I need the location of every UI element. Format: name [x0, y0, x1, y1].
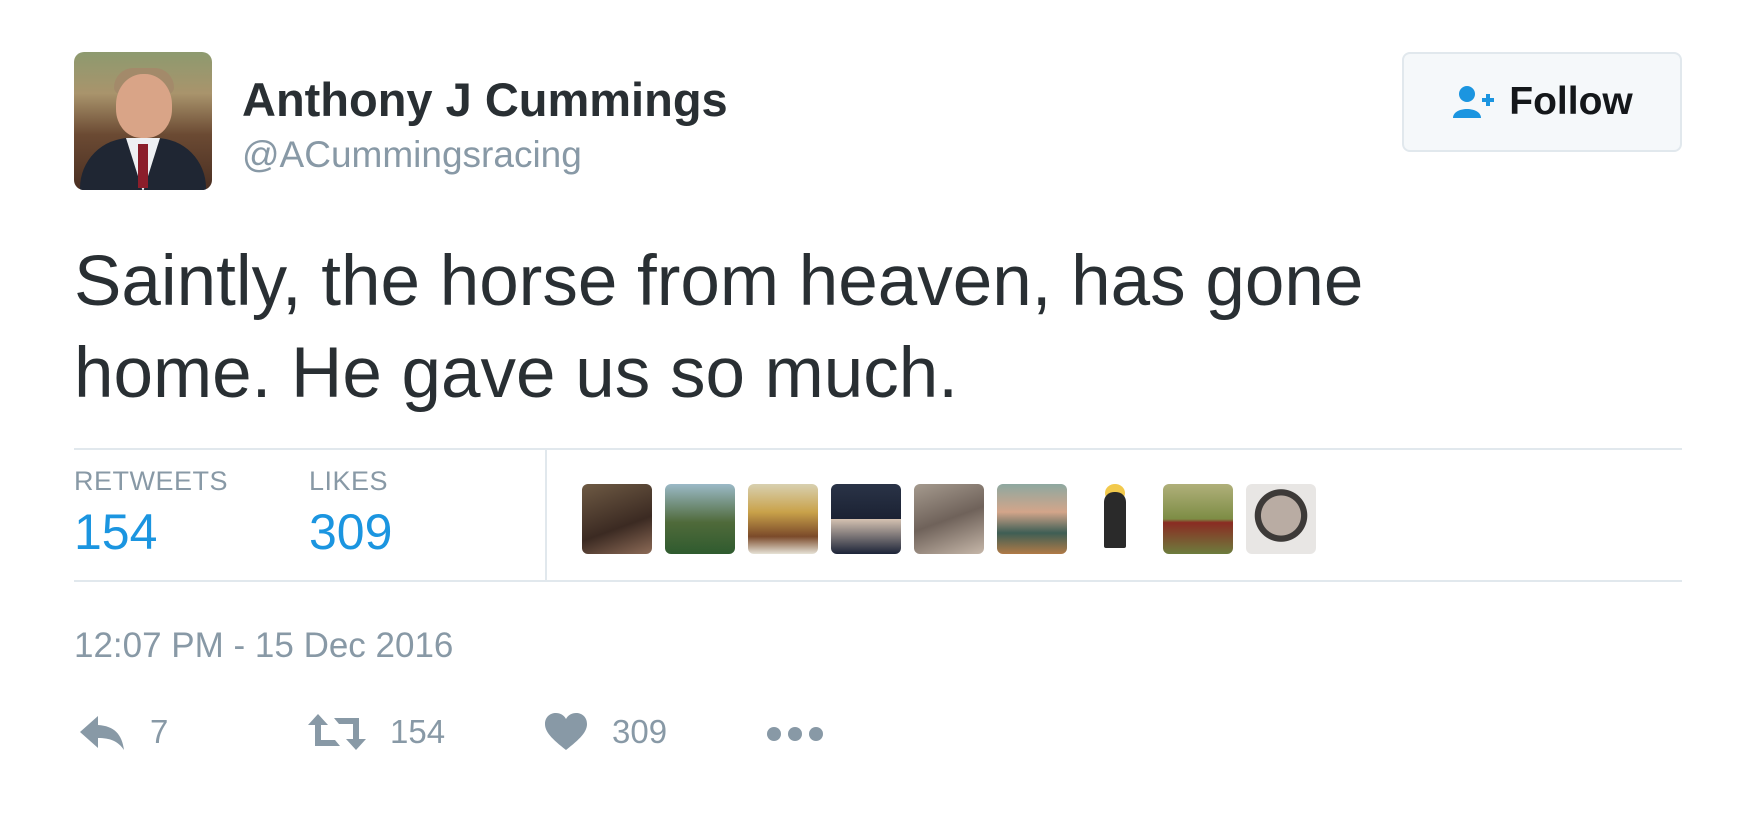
likes-label: LIKES: [309, 466, 389, 496]
tweet-text-line: Saintly, the horse from heaven, has gone: [74, 242, 1364, 321]
liker-avatar[interactable]: [582, 484, 652, 554]
liker-avatar[interactable]: [665, 484, 735, 554]
author-avatar[interactable]: [74, 52, 212, 190]
tweet-text: Saintly, the horse from heaven, has gone…: [74, 236, 1634, 420]
like-count: 309: [612, 713, 668, 750]
heart-icon: [545, 713, 587, 750]
like-button[interactable]: 309: [544, 712, 667, 752]
reply-button[interactable]: 7: [78, 712, 168, 752]
avatar-face: [116, 74, 172, 138]
liker-avatar[interactable]: [997, 484, 1067, 554]
retweet-count: 154: [390, 713, 446, 750]
liker-avatar[interactable]: [748, 484, 818, 554]
liker-avatar[interactable]: [1080, 484, 1150, 554]
more-button[interactable]: [766, 726, 824, 742]
liker-avatar[interactable]: [914, 484, 984, 554]
follow-user-icon: [1453, 86, 1495, 118]
retweets-stat[interactable]: RETWEETS 154: [74, 466, 228, 561]
author-name[interactable]: Anthony J Cummings: [242, 72, 728, 127]
tweet-card: Anthony J Cummings @ACummingsracing Foll…: [0, 0, 1754, 835]
reply-count: 7: [150, 713, 169, 750]
reply-icon: [80, 716, 124, 750]
follow-button[interactable]: Follow: [1402, 52, 1682, 152]
follow-label: Follow: [1509, 80, 1633, 123]
likers-avatars: [582, 484, 1316, 554]
retweet-icon: [308, 714, 366, 750]
liker-avatar[interactable]: [1163, 484, 1233, 554]
avatar-tie: [138, 144, 148, 188]
tweet-text-line: home. He gave us so much.: [74, 334, 958, 413]
liker-avatar[interactable]: [1246, 484, 1316, 554]
stats-divider: [545, 450, 547, 582]
retweets-label: RETWEETS: [74, 466, 229, 496]
cartoon-body: [1104, 492, 1126, 548]
retweet-button[interactable]: 154: [308, 712, 445, 752]
author-handle[interactable]: @ACummingsracing: [242, 134, 582, 176]
more-icon: [767, 727, 823, 741]
tweet-timestamp[interactable]: 12:07 PM - 15 Dec 2016: [74, 626, 453, 666]
liker-avatar[interactable]: [831, 484, 901, 554]
tweet-stats: RETWEETS 154 LIKES 309: [74, 448, 1682, 582]
retweets-value: 154: [74, 504, 158, 560]
likes-value: 309: [309, 504, 393, 560]
likes-stat[interactable]: LIKES 309: [309, 466, 392, 561]
